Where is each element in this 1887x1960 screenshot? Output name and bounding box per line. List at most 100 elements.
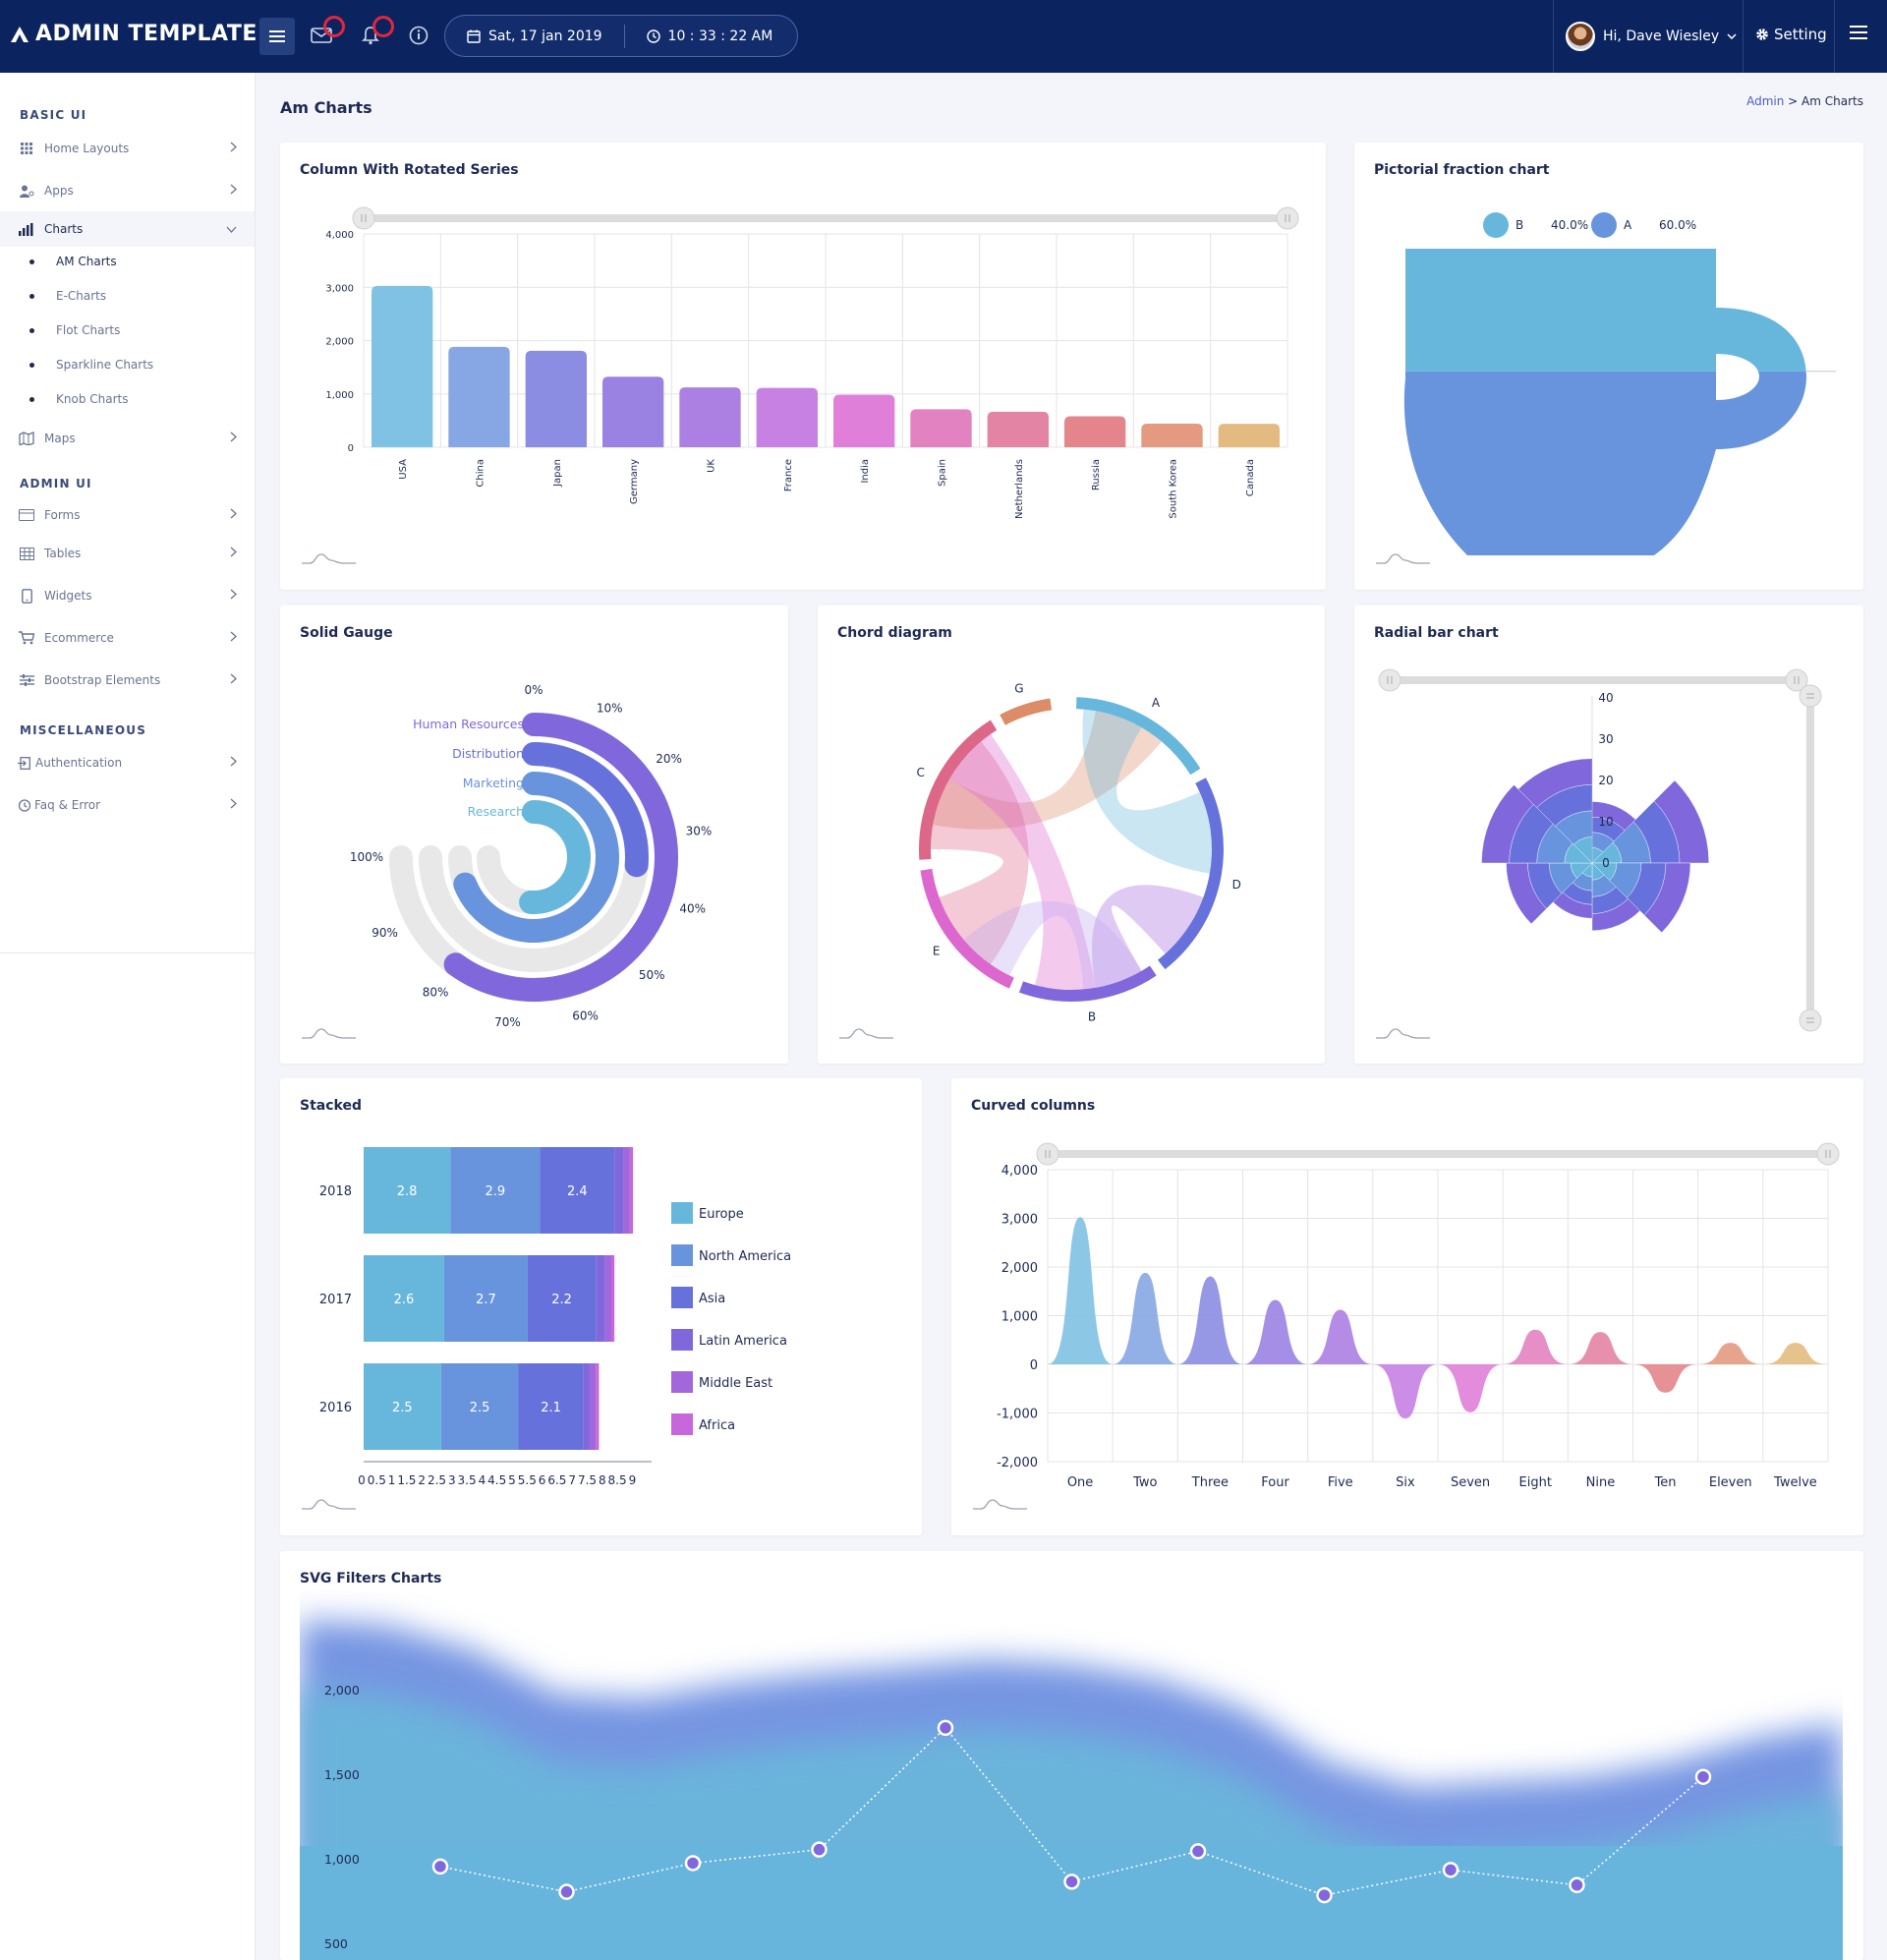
y-tick-label: 500 bbox=[324, 1936, 348, 1951]
sidebar-sub-sparkline-charts[interactable]: Sparkline Charts bbox=[29, 358, 153, 372]
sidebar-item-tables[interactable]: Tables bbox=[0, 536, 255, 571]
sidebar-sub-flot-charts[interactable]: Flot Charts bbox=[29, 323, 120, 337]
scrollbar-track bbox=[1806, 694, 1814, 1018]
top-bar: ADMIN TEMPLATE Sat, 17 jan 2019 10 : 33 … bbox=[0, 0, 1887, 73]
sidebar-item-faq-error[interactable]: Faq & Error bbox=[0, 787, 255, 823]
legend-label: Asia bbox=[699, 1292, 725, 1306]
x-tick-label: Canada bbox=[1245, 459, 1256, 496]
amcharts-logo bbox=[1376, 1028, 1430, 1039]
data-label: 2.5 bbox=[392, 1401, 413, 1415]
setting-button[interactable]: Setting bbox=[1755, 26, 1827, 43]
cart-icon bbox=[19, 631, 34, 645]
sidebar-item-apps[interactable]: Apps bbox=[0, 173, 255, 208]
x-tick-label: Spain bbox=[938, 459, 948, 487]
gauge-bar bbox=[519, 800, 591, 914]
x-tick-label: Netherlands bbox=[1014, 459, 1025, 519]
sidebar-item-home-layouts[interactable]: Home Layouts bbox=[0, 131, 255, 166]
data-label: 2.6 bbox=[394, 1293, 415, 1307]
radial-bar-chart: 0 10 20 30 40 bbox=[1376, 668, 1822, 1039]
mail-button[interactable] bbox=[308, 16, 345, 49]
data-label: 2.8 bbox=[397, 1184, 418, 1199]
sidebar-item-authentication[interactable]: Authentication bbox=[0, 745, 255, 780]
x-tick-label: 5.5 bbox=[518, 1473, 537, 1487]
chevron-right-icon bbox=[230, 432, 237, 442]
x-tick-label: 2 bbox=[418, 1473, 426, 1487]
chord-node-label: C bbox=[917, 766, 925, 779]
legend-label: B bbox=[1515, 218, 1523, 232]
info-button[interactable] bbox=[405, 22, 432, 49]
sidebar-item-label: Maps bbox=[44, 432, 76, 445]
scrollbar-grip bbox=[1036, 1142, 1059, 1166]
x-tick-label: 6.5 bbox=[547, 1473, 566, 1487]
history-icon bbox=[18, 798, 30, 812]
stacked-segment bbox=[623, 1147, 630, 1234]
x-tick-label: 1.5 bbox=[397, 1473, 416, 1487]
current-time: 10 : 33 : 22 AM bbox=[667, 28, 773, 44]
sidebar-item-ecommerce[interactable]: Ecommerce bbox=[0, 620, 255, 656]
y-tick-label: 2,000 bbox=[1001, 1261, 1038, 1276]
sidebar-item-charts[interactable]: Charts bbox=[0, 211, 255, 247]
legend-value: 40.0% bbox=[1551, 218, 1588, 232]
x-tick-label: South Korea bbox=[1169, 459, 1179, 519]
x-tick-label: Three bbox=[1191, 1475, 1229, 1490]
curved-column bbox=[1762, 1343, 1828, 1364]
menu-toggle-button[interactable] bbox=[259, 18, 295, 55]
x-tick-label: Japan bbox=[552, 459, 563, 488]
sidebar-item-label: Ecommerce bbox=[44, 631, 114, 645]
y-tick-label: 4,000 bbox=[325, 230, 354, 241]
stacked-segment bbox=[611, 1255, 615, 1342]
scrollbar-track bbox=[1390, 676, 1797, 684]
sidebar-item-maps[interactable]: Maps bbox=[0, 421, 255, 456]
y-tick-label: 3,000 bbox=[1001, 1213, 1038, 1228]
notification-button[interactable] bbox=[357, 16, 394, 49]
sidebar-item-forms[interactable]: Forms bbox=[0, 497, 255, 533]
card-radial-bar: Radial bar chart 0 10 20 30 40 bbox=[1354, 605, 1863, 1064]
right-panel-button[interactable] bbox=[1850, 26, 1867, 43]
data-label: 2.9 bbox=[486, 1184, 506, 1199]
fraction-a bbox=[1403, 371, 1806, 555]
chord-node bbox=[1000, 698, 1053, 725]
info-icon bbox=[409, 26, 429, 45]
x-tick-label: Russia bbox=[1091, 459, 1102, 490]
chevron-down-icon bbox=[1727, 33, 1737, 39]
chevron-right-icon bbox=[230, 547, 237, 557]
x-tick-label: Six bbox=[1396, 1475, 1415, 1490]
x-tick-label: Seven bbox=[1451, 1475, 1490, 1490]
x-tick-label: Eight bbox=[1519, 1475, 1552, 1490]
gauge-tick-label: 50% bbox=[639, 968, 665, 982]
x-tick-label: 3 bbox=[448, 1473, 456, 1487]
chevron-right-icon bbox=[230, 631, 237, 642]
legend-marker bbox=[671, 1329, 693, 1351]
stacked-segment bbox=[614, 1147, 624, 1234]
sidebar-item-bootstrap-elements[interactable]: Bootstrap Elements bbox=[0, 663, 255, 698]
users-icon bbox=[19, 185, 33, 198]
bar bbox=[910, 409, 972, 447]
x-tick-label: 8 bbox=[599, 1473, 606, 1487]
data-label: 2.5 bbox=[470, 1401, 490, 1415]
card-svg-filters: SVG Filters Charts 500 1,000 1,500 2,000 bbox=[280, 1551, 1863, 1960]
bar bbox=[756, 387, 818, 447]
sidebar: BASIC UI Home Layouts Apps Charts AM Cha… bbox=[0, 73, 256, 1960]
x-tick-label: One bbox=[1067, 1475, 1093, 1490]
stacked-segment bbox=[604, 1255, 611, 1342]
page-title: Am Charts bbox=[280, 98, 372, 117]
x-tick-label: 3.5 bbox=[458, 1473, 477, 1487]
card-pictorial-fraction: Pictorial fraction chart B 40.0% A 60.0% bbox=[1354, 143, 1863, 590]
user-menu[interactable]: Hi, Dave Wiesley bbox=[1566, 16, 1737, 57]
blur-area bbox=[300, 1620, 1843, 1960]
sidebar-item-widgets[interactable]: Widgets bbox=[0, 578, 255, 613]
user-greeting: Hi, Dave Wiesley bbox=[1603, 29, 1720, 44]
sidebar-sub-e-charts[interactable]: E-Charts bbox=[29, 289, 106, 303]
breadcrumb-current: Am Charts bbox=[1801, 94, 1863, 108]
chevron-right-icon bbox=[230, 798, 237, 809]
stacked-segment bbox=[629, 1147, 634, 1234]
chord-node-label: E bbox=[933, 945, 941, 958]
data-point bbox=[431, 1858, 449, 1875]
radial-tick-label: 20 bbox=[1598, 774, 1613, 787]
breadcrumb-admin-link[interactable]: Admin bbox=[1746, 94, 1784, 108]
data-label: 2.2 bbox=[551, 1293, 572, 1307]
sidebar-sub-knob-charts[interactable]: Knob Charts bbox=[29, 392, 128, 406]
sidebar-sub-am-charts[interactable]: AM Charts bbox=[29, 255, 117, 268]
brand-logo[interactable]: ADMIN TEMPLATE bbox=[10, 22, 257, 46]
curved-column bbox=[1048, 1217, 1114, 1364]
